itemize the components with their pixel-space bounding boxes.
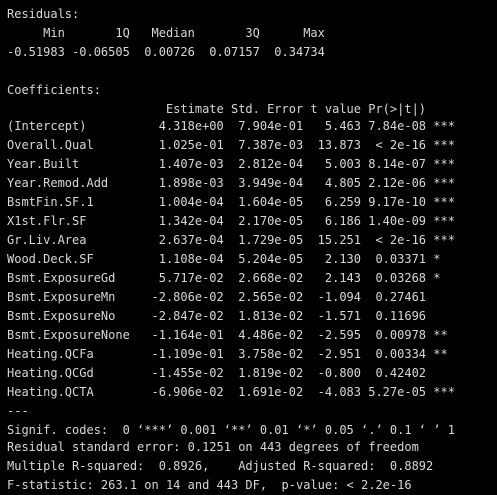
coefficient-row: (Intercept) 4.318e+00 7.904e-01 5.463 7.… [7,119,455,133]
residuals-quantile-values: -0.51983 -0.06505 0.00726 0.07157 0.3473… [7,45,333,59]
coefficient-row: Gr.Liv.Area 2.637e-04 1.729e-05 15.251 <… [7,233,455,247]
residual-standard-error: Residual standard error: 0.1251 on 443 d… [7,440,419,454]
residuals-quantile-labels: Min 1Q Median 3Q Max [7,26,333,40]
coefficient-row: Bsmt.ExposureMn -2.806e-02 2.565e-02 -1.… [7,290,455,304]
coefficients-header: Coefficients: [7,83,101,97]
coefficient-row: Year.Built 1.407e-03 2.812e-04 5.003 8.1… [7,157,455,171]
coefficient-row: Bsmt.ExposureGd 5.717e-02 2.668e-02 2.14… [7,271,455,285]
f-statistic-summary: F-statistic: 263.1 on 14 and 443 DF, p-v… [7,478,412,492]
coefficient-row: BsmtFin.SF.1 1.004e-04 1.604e-05 6.259 9… [7,195,455,209]
r-squared-summary: Multiple R-squared: 0.8926, Adjusted R-s… [7,459,441,473]
coefficient-row: X1st.Flr.SF 1.342e-04 2.170e-05 6.186 1.… [7,214,455,228]
r-console-output: Residuals: Min 1Q Median 3Q Max -0.51983… [0,0,497,495]
coefficient-row: Heating.QCTA -6.906e-02 1.691e-02 -4.083… [7,385,455,399]
separator-dashes: --- [7,404,29,418]
coefficient-row: Bsmt.ExposureNone -1.164e-01 4.486e-02 -… [7,328,455,342]
coefficient-row: Heating.QCFa -1.109e-01 3.758e-02 -2.951… [7,347,455,361]
coefficient-row: Overall.Qual 1.025e-01 7.387e-03 13.873 … [7,138,455,152]
coefficient-row: Wood.Deck.SF 1.108e-04 5.204e-05 2.130 0… [7,252,455,266]
coefficient-row: Bsmt.ExposureNo -2.847e-02 1.813e-02 -1.… [7,309,455,323]
coefficient-row: Heating.QCGd -1.455e-02 1.819e-02 -0.800… [7,366,455,380]
residuals-header: Residuals: [7,7,80,21]
coefficient-row: Year.Remod.Add 1.898e-03 3.949e-04 4.805… [7,176,455,190]
